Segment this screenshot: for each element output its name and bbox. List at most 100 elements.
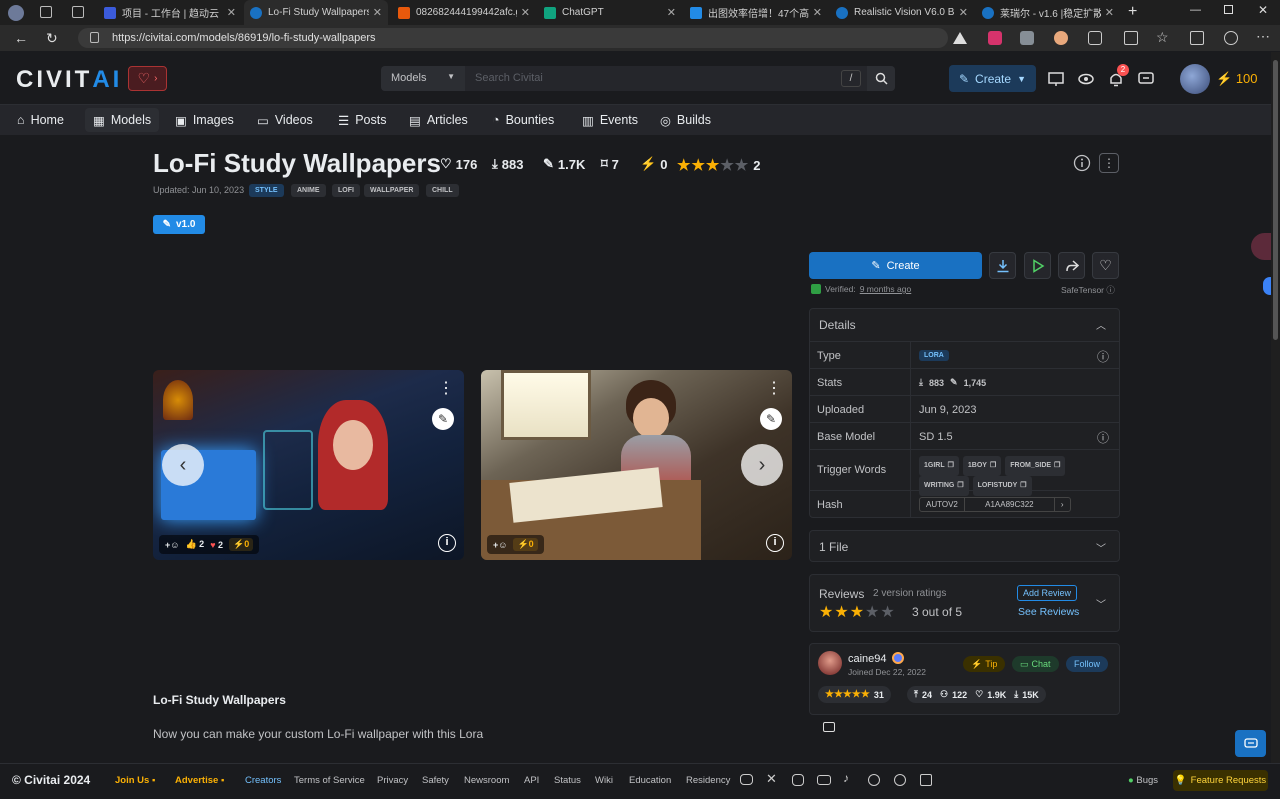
download-button[interactable] bbox=[989, 252, 1016, 279]
browser-tab-2[interactable]: 082682444199442afc.gr ✕ bbox=[392, 0, 536, 25]
bookmarks-stat[interactable]: ⌑ 7 bbox=[601, 156, 619, 172]
next-image-button[interactable]: › bbox=[741, 444, 783, 486]
rating-stat[interactable]: ★★★★★ 2 bbox=[677, 156, 760, 174]
tag-wallpaper[interactable]: WALLPAPER bbox=[364, 184, 420, 197]
prev-image-button[interactable]: ‹ bbox=[162, 444, 204, 486]
browser-tab-5[interactable]: Realistic Vision V6.0 B1 ✕ bbox=[830, 0, 974, 25]
buzz-stat[interactable]: ⚡ 0 bbox=[640, 156, 667, 172]
user-avatar[interactable] bbox=[1180, 64, 1210, 94]
new-tab-button[interactable]: + bbox=[1128, 3, 1137, 21]
likes-stat[interactable]: ♡ 176 bbox=[440, 156, 477, 172]
nav-builds[interactable]: ◎ Builds bbox=[652, 108, 719, 132]
chevron-right-icon[interactable]: › bbox=[1055, 498, 1070, 511]
browser-tab-4[interactable]: 出图效率倍增！47个高质 ✕ bbox=[684, 0, 828, 25]
info-button[interactable] bbox=[1072, 153, 1092, 173]
trigger-word-chip[interactable]: FROM_SIDE ❐ bbox=[1005, 456, 1066, 476]
tab-close-icon[interactable]: ✕ bbox=[959, 6, 968, 19]
footer-bugs[interactable]: ● Bugs bbox=[1128, 775, 1158, 786]
verified-date[interactable]: 9 months ago bbox=[860, 284, 912, 294]
search-input[interactable]: Search Civitai bbox=[465, 66, 841, 91]
tab-close-icon[interactable]: ✕ bbox=[1105, 6, 1114, 19]
nav-videos[interactable]: ▭ Videos bbox=[249, 108, 321, 132]
twitch-icon[interactable] bbox=[920, 774, 932, 786]
buzz-reaction[interactable]: ⚡0 bbox=[229, 538, 254, 551]
share-button[interactable] bbox=[1058, 252, 1085, 279]
hash-type[interactable]: AUTOV2 bbox=[920, 498, 965, 511]
window-close-button[interactable]: ✕ bbox=[1258, 3, 1268, 17]
nav-images[interactable]: ▣ Images bbox=[167, 108, 242, 132]
footer-education[interactable]: Education bbox=[629, 775, 671, 786]
info-icon[interactable]: i bbox=[438, 534, 456, 552]
footer-newsroom[interactable]: Newsroom bbox=[464, 775, 509, 786]
copilot-icon[interactable] bbox=[1224, 31, 1238, 45]
back-icon[interactable]: ← bbox=[14, 30, 28, 46]
more-icon[interactable]: ⋯ bbox=[1256, 28, 1270, 45]
workspaces-icon[interactable] bbox=[40, 6, 52, 18]
footer-creators[interactable]: Creators bbox=[245, 775, 281, 786]
tag-style[interactable]: STYLE bbox=[249, 184, 284, 197]
discord-icon[interactable] bbox=[740, 774, 753, 785]
profile-icon[interactable] bbox=[8, 5, 24, 21]
buzz-balance[interactable]: ⚡ 100 bbox=[1216, 71, 1258, 87]
browser-tab-6[interactable]: 莱瑞尔 - v1.6 |稳定扩散 ✕ bbox=[976, 0, 1120, 25]
info-icon[interactable]: ⓘ bbox=[1097, 348, 1109, 365]
creator-avatar[interactable] bbox=[818, 651, 842, 675]
tab-close-icon[interactable]: ✕ bbox=[521, 6, 530, 19]
tab-close-icon[interactable]: ✕ bbox=[813, 6, 822, 19]
see-reviews-link[interactable]: See Reviews bbox=[1018, 606, 1079, 618]
vpn-icon[interactable] bbox=[952, 31, 968, 45]
buzz-reaction[interactable]: ⚡0 bbox=[513, 538, 538, 551]
footer-join-us[interactable]: Join Us ▪ bbox=[115, 775, 155, 786]
trigger-word-chip[interactable]: 1GIRL ❐ bbox=[919, 456, 959, 476]
footer-wiki[interactable]: Wiki bbox=[595, 775, 613, 786]
footer-privacy[interactable]: Privacy bbox=[377, 775, 408, 786]
details-title[interactable]: Details bbox=[819, 318, 856, 332]
chat-button[interactable]: ▭ Chat bbox=[1012, 656, 1059, 672]
extension-icon[interactable] bbox=[1054, 31, 1068, 45]
chevron-up-icon[interactable]: ︿ bbox=[1096, 317, 1106, 332]
browser-tab-3[interactable]: ChatGPT ✕ bbox=[538, 0, 682, 25]
instagram-icon[interactable] bbox=[792, 774, 804, 786]
page-scrollbar[interactable] bbox=[1271, 52, 1280, 763]
footer-status[interactable]: Status bbox=[554, 775, 581, 786]
collections-icon[interactable] bbox=[1190, 31, 1204, 45]
tab-close-icon[interactable]: ✕ bbox=[667, 6, 676, 19]
search-button[interactable] bbox=[867, 66, 895, 91]
browser-tab-1[interactable]: Lo-Fi Study Wallpapers - ✕ bbox=[244, 0, 388, 25]
add-review-button[interactable]: Add Review bbox=[1017, 585, 1078, 601]
search-category-select[interactable]: Models ▼ bbox=[381, 66, 465, 91]
github-icon[interactable] bbox=[894, 774, 906, 786]
upload-icon[interactable] bbox=[1047, 70, 1065, 88]
youtube-icon[interactable] bbox=[817, 775, 831, 785]
nav-articles[interactable]: ▤ Articles bbox=[401, 108, 476, 132]
footer-terms[interactable]: Terms of Service bbox=[294, 775, 365, 786]
tag-chill[interactable]: CHILL bbox=[426, 184, 459, 197]
add-reaction-icon[interactable]: +☺ bbox=[493, 540, 507, 550]
tip-button[interactable]: ⚡ Tip bbox=[963, 656, 1006, 672]
more-options-button[interactable]: ⋮ bbox=[1099, 153, 1119, 173]
nav-models[interactable]: ▦ Models bbox=[85, 108, 160, 132]
chat-icon[interactable] bbox=[1137, 70, 1155, 88]
extension-icon[interactable] bbox=[988, 31, 1002, 45]
support-button[interactable]: ♡ › bbox=[128, 66, 167, 91]
nav-posts[interactable]: ☰ Posts bbox=[330, 108, 394, 132]
x-twitter-icon[interactable]: ✕ bbox=[766, 771, 777, 787]
favorite-button[interactable]: ♡ bbox=[1092, 252, 1119, 279]
chat-fab-button[interactable] bbox=[1235, 730, 1266, 757]
reload-icon[interactable]: ↻ bbox=[46, 30, 58, 47]
nav-home[interactable]: ⌂ Home bbox=[9, 108, 72, 132]
chevron-down-icon[interactable]: ﹀ bbox=[1096, 596, 1106, 611]
header-create-button[interactable]: ✎ Create ▼ bbox=[949, 65, 1036, 92]
hash-box[interactable]: AUTOV2 A1AA89C322 › bbox=[919, 497, 1071, 512]
browser-tab-0[interactable]: 项目 - 工作台 | 趋动云 ✕ bbox=[98, 0, 242, 25]
tiktok-icon[interactable]: ♪ bbox=[843, 771, 849, 785]
info-icon[interactable]: ⓘ bbox=[1106, 285, 1115, 295]
remix-icon[interactable]: ✎ bbox=[432, 408, 454, 430]
tab-close-icon[interactable]: ✕ bbox=[373, 6, 382, 19]
version-button[interactable]: ✎ v1.0 bbox=[153, 215, 205, 234]
extension-icon[interactable] bbox=[1020, 31, 1034, 45]
restore-button[interactable] bbox=[1224, 5, 1233, 14]
feature-requests-button[interactable]: 💡 Feature Requests bbox=[1173, 770, 1268, 791]
remix-icon[interactable]: ✎ bbox=[760, 408, 782, 430]
dots-vertical-icon[interactable]: ⋮ bbox=[438, 378, 454, 398]
